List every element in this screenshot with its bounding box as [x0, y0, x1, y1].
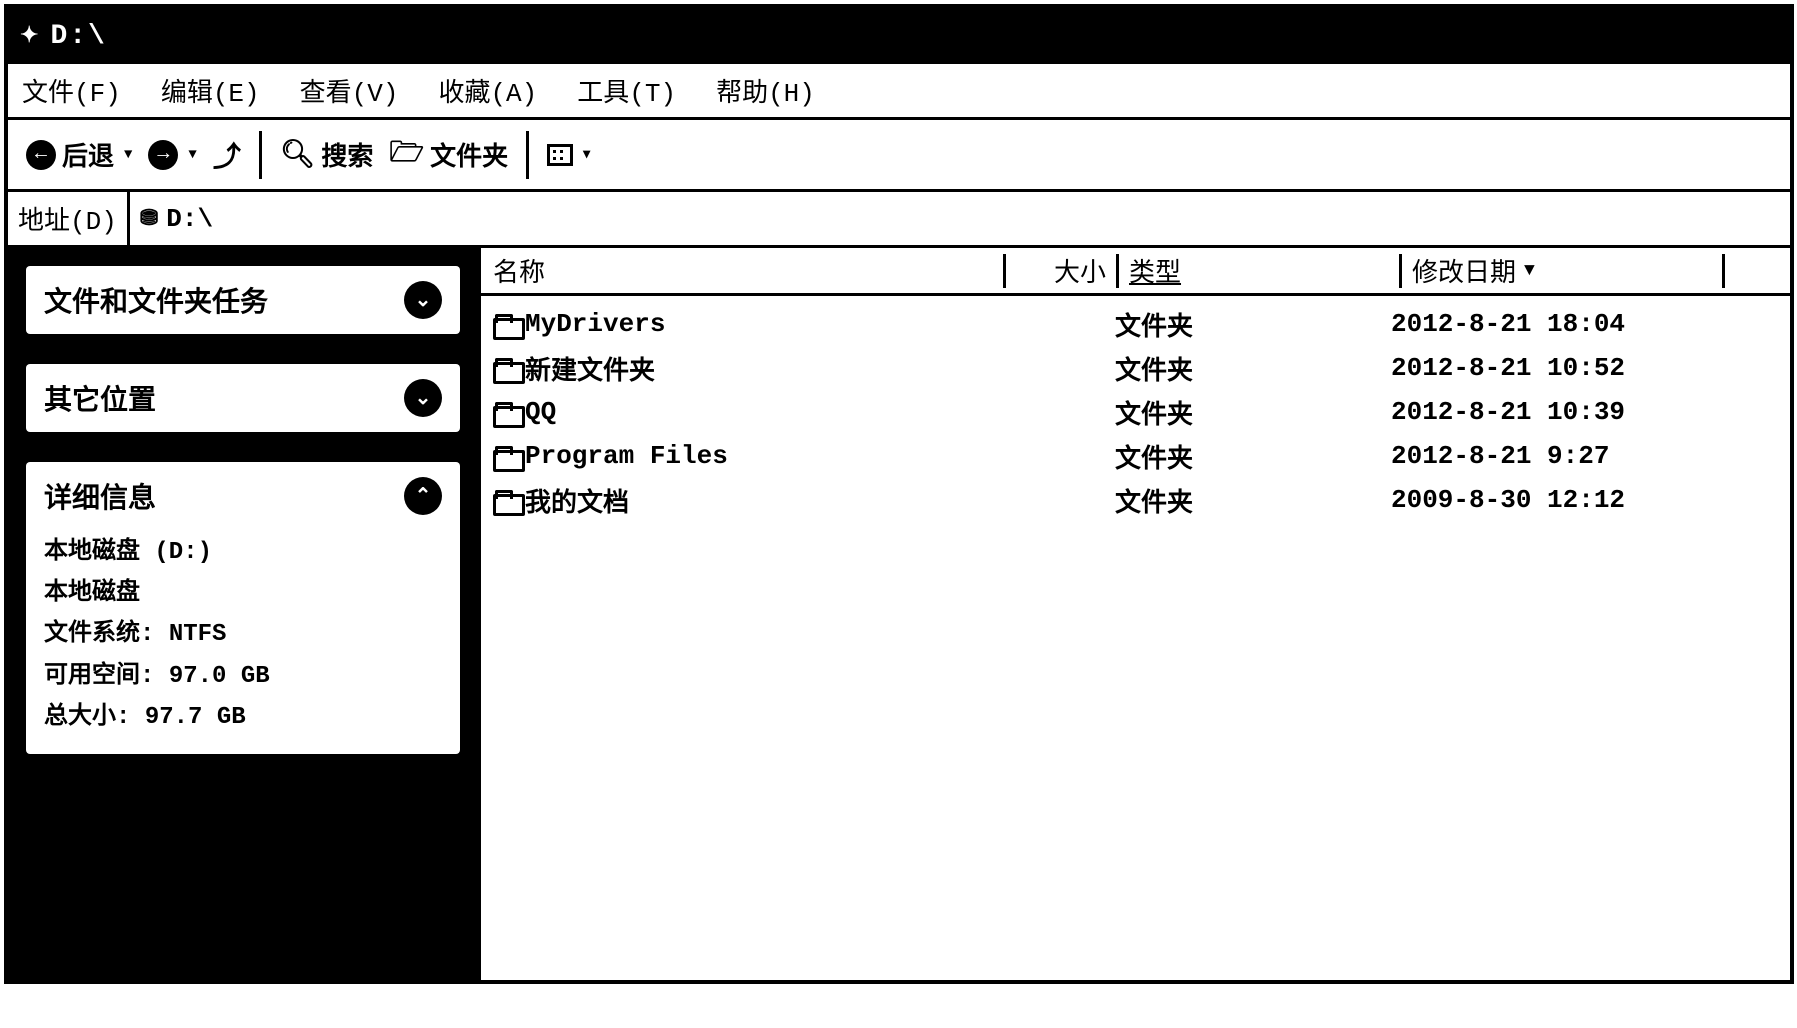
tasks-panel[interactable]: 文件和文件夹任务 ⌄ — [26, 266, 460, 334]
cell-name: Program Files — [493, 441, 1009, 471]
folder-icon — [493, 358, 519, 378]
details-free: 可用空间: 97.0 GB — [44, 658, 442, 695]
folder-icon — [493, 490, 519, 510]
column-resize-handle[interactable] — [1399, 254, 1402, 288]
explorer-window: ✦ D:\ 文件(F) 编辑(E) 查看(V) 收藏(A) 工具(T) 帮助(H… — [4, 4, 1794, 984]
folder-up-icon: ⤴ — [213, 135, 241, 175]
details-total: 总大小: 97.7 GB — [44, 699, 442, 736]
search-button[interactable]: 🔍︎ 搜索 — [272, 136, 382, 173]
column-type[interactable]: 类型 — [1129, 252, 1389, 289]
details-panel: 详细信息 ⌃ 本地磁盘 (D:) 本地磁盘 文件系统: NTFS 可用空间: 9… — [26, 462, 460, 754]
file-name: MyDrivers — [525, 309, 665, 339]
folder-icon — [493, 314, 519, 334]
details-panel-title: 详细信息 — [44, 476, 156, 516]
cell-type: 文件夹 — [1115, 482, 1391, 519]
addressbar: 地址(D) ⛃ D:\ — [8, 192, 1790, 248]
address-label: 地址(D) — [8, 192, 130, 245]
file-rows: MyDrivers文件夹2012-8-21 18:04新建文件夹文件夹2012-… — [481, 296, 1790, 522]
address-field[interactable]: ⛃ D:\ — [130, 192, 1790, 245]
folders-icon: 🗁︎ — [389, 131, 424, 179]
folders-button[interactable]: 🗁︎ 文件夹 — [381, 131, 516, 179]
search-icon: 🔍︎ — [280, 137, 316, 172]
chevron-down-icon: ▼ — [124, 147, 132, 163]
places-panel[interactable]: 其它位置 ⌄ — [26, 364, 460, 432]
toolbar-separator — [526, 131, 529, 179]
cell-date: 2012-8-21 9:27 — [1391, 441, 1691, 471]
chevron-down-icon: ▼ — [188, 147, 196, 163]
cell-type: 文件夹 — [1115, 350, 1391, 387]
folder-icon — [493, 446, 519, 466]
details-fs: 文件系统: NTFS — [44, 616, 442, 653]
forward-button[interactable]: → ▼ — [140, 140, 204, 170]
cell-name: MyDrivers — [493, 309, 1009, 339]
file-name: 新建文件夹 — [525, 350, 655, 387]
content-area: 文件和文件夹任务 ⌄ 其它位置 ⌄ 详细信息 ⌃ 本地磁盘 (D:) 本地磁盘 — [8, 248, 1790, 980]
menu-edit[interactable]: 编辑(E) — [161, 72, 260, 109]
file-name: QQ — [525, 397, 556, 427]
chevron-down-icon[interactable]: ⌄ — [404, 281, 442, 319]
file-name: 我的文档 — [525, 482, 629, 519]
cell-name: 新建文件夹 — [493, 350, 1009, 387]
views-icon — [547, 144, 573, 166]
details-kind: 本地磁盘 — [44, 575, 442, 612]
column-resize-handle[interactable] — [1116, 254, 1119, 288]
arrow-right-icon: → — [148, 140, 178, 170]
chevron-up-icon[interactable]: ⌃ — [404, 477, 442, 515]
table-row[interactable]: 我的文档 文件夹2009-8-30 12:12 — [481, 478, 1790, 522]
table-row[interactable]: 新建文件夹 文件夹2012-8-21 10:52 — [481, 346, 1790, 390]
sort-desc-icon: ▼ — [1524, 261, 1535, 281]
column-date[interactable]: 修改日期 ▼ — [1412, 252, 1712, 289]
titlebar[interactable]: ✦ D:\ — [8, 8, 1790, 64]
cell-type: 文件夹 — [1115, 306, 1391, 343]
arrow-left-icon: ← — [26, 140, 56, 170]
menu-file[interactable]: 文件(F) — [22, 72, 121, 109]
column-headers: 名称 大小 类型 修改日期 ▼ — [481, 248, 1790, 296]
menu-tools[interactable]: 工具(T) — [577, 72, 676, 109]
up-button[interactable]: ⤴ — [205, 135, 249, 175]
details-body: 本地磁盘 (D:) 本地磁盘 文件系统: NTFS 可用空间: 97.0 GB … — [44, 534, 442, 736]
table-row[interactable]: Program Files 文件夹2012-8-21 9:27 — [481, 434, 1790, 478]
window-title: D:\ — [50, 21, 106, 52]
back-button[interactable]: ← 后退 ▼ — [18, 136, 140, 173]
disk-icon: ⛃ — [140, 206, 158, 232]
cell-date: 2012-8-21 10:52 — [1391, 353, 1691, 383]
cell-type: 文件夹 — [1115, 394, 1391, 431]
places-panel-title: 其它位置 — [44, 378, 156, 418]
cell-date: 2009-8-30 12:12 — [1391, 485, 1691, 515]
system-menu-icon[interactable]: ✦ — [20, 23, 40, 49]
column-size[interactable]: 大小 — [1016, 252, 1106, 289]
menubar: 文件(F) 编辑(E) 查看(V) 收藏(A) 工具(T) 帮助(H) — [8, 64, 1790, 120]
cell-name: QQ — [493, 397, 1009, 427]
address-value: D:\ — [166, 204, 213, 234]
chevron-down-icon: ▾ — [583, 146, 590, 163]
menu-favorites[interactable]: 收藏(A) — [438, 72, 537, 109]
column-name[interactable]: 名称 — [493, 252, 993, 289]
views-button[interactable]: ▾ — [539, 144, 598, 166]
folder-icon — [493, 402, 519, 422]
menu-help[interactable]: 帮助(H) — [716, 72, 815, 109]
cell-date: 2012-8-21 18:04 — [1391, 309, 1691, 339]
toolbar-separator — [259, 131, 262, 179]
table-row[interactable]: MyDrivers 文件夹2012-8-21 18:04 — [481, 302, 1790, 346]
file-list-area: 名称 大小 类型 修改日期 ▼ MyDrivers文件夹2012-8-21 18… — [478, 248, 1790, 980]
chevron-down-icon[interactable]: ⌄ — [404, 379, 442, 417]
menu-view[interactable]: 查看(V) — [300, 72, 399, 109]
tasks-panel-title: 文件和文件夹任务 — [44, 280, 268, 320]
details-name: 本地磁盘 (D:) — [44, 534, 442, 571]
cell-name: 我的文档 — [493, 482, 1009, 519]
cell-type: 文件夹 — [1115, 438, 1391, 475]
sidebar: 文件和文件夹任务 ⌄ 其它位置 ⌄ 详细信息 ⌃ 本地磁盘 (D:) 本地磁盘 — [8, 248, 478, 980]
table-row[interactable]: QQ 文件夹2012-8-21 10:39 — [481, 390, 1790, 434]
column-resize-handle[interactable] — [1003, 254, 1006, 288]
file-name: Program Files — [525, 441, 728, 471]
cell-date: 2012-8-21 10:39 — [1391, 397, 1691, 427]
column-resize-handle[interactable] — [1722, 254, 1725, 288]
toolbar: ← 后退 ▼ → ▼ ⤴ 🔍︎ 搜索 🗁︎ 文件夹 ▾ — [8, 120, 1790, 192]
